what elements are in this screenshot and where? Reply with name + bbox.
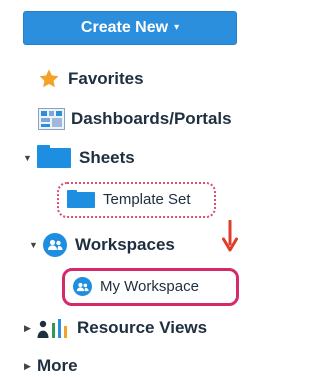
nav-item-workspaces[interactable]: ▼ Workspaces <box>28 233 175 257</box>
nav-item-label: My Workspace <box>100 278 199 295</box>
create-new-label: Create New <box>80 19 169 36</box>
nav-item-sheets[interactable]: ▼ Sheets <box>22 145 135 168</box>
nav-item-label: Template Set <box>103 191 191 208</box>
create-new-button[interactable]: Create New ▾ <box>23 11 237 45</box>
nav-item-label: Workspaces <box>75 235 175 254</box>
nav-item-my-workspace[interactable]: My Workspace <box>73 277 199 296</box>
resource-views-icon <box>37 318 69 338</box>
nav-item-label: Favorites <box>68 69 144 88</box>
folder-icon <box>67 189 95 208</box>
expand-toggle-icon[interactable]: ▶ <box>22 361 33 372</box>
workspace-icon <box>43 233 67 257</box>
expand-toggle-icon[interactable]: ▼ <box>22 153 33 163</box>
nav-item-label: Dashboards/Portals <box>71 109 232 128</box>
chevron-down-icon: ▾ <box>174 22 180 33</box>
star-icon <box>38 68 60 90</box>
expand-toggle-icon[interactable]: ▼ <box>28 240 39 250</box>
nav-item-label: More <box>37 356 78 375</box>
expand-toggle-icon[interactable]: ▶ <box>22 323 33 334</box>
workspace-icon <box>73 277 92 296</box>
nav-item-dashboards[interactable]: Dashboards/Portals <box>38 108 232 130</box>
nav-item-label: Resource Views <box>77 318 208 337</box>
nav-item-label: Sheets <box>79 148 135 167</box>
nav-item-favorites[interactable]: Favorites <box>38 68 144 90</box>
dashboard-icon <box>38 108 65 130</box>
folder-icon <box>37 145 71 168</box>
nav-item-resource-views[interactable]: ▶ Resource Views <box>22 318 207 338</box>
nav-item-more[interactable]: ▶ More <box>22 356 78 376</box>
arrow-down-icon <box>222 219 238 257</box>
nav-item-template-set[interactable]: Template Set <box>67 189 191 208</box>
